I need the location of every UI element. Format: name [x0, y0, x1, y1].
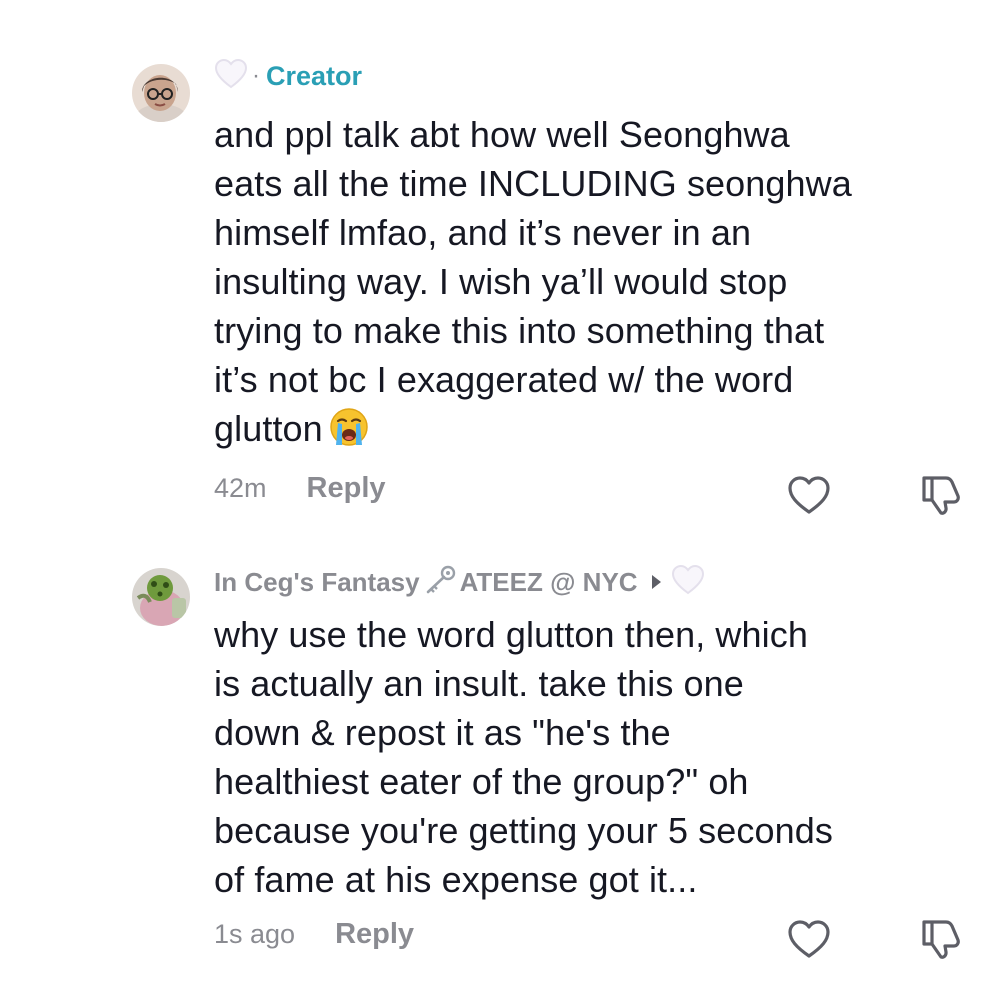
comment-footer: 1s ago Reply	[214, 914, 414, 954]
comment-body: and ppl talk abt how well Seonghwa eats …	[214, 114, 852, 449]
comment-meta: · Creator	[214, 58, 362, 94]
comment-footer: 42m Reply	[214, 468, 386, 508]
username-suffix[interactable]: ATEEZ @ NYC	[460, 567, 638, 598]
creator-badge: Creator	[266, 60, 363, 91]
reply-button[interactable]: Reply	[335, 918, 414, 951]
comment-text: and ppl talk abt how well Seonghwa eats …	[214, 110, 984, 459]
comment-meta: In Ceg's Fantasy ATEEZ @ NYC	[214, 562, 705, 602]
play-triangle-icon	[651, 575, 661, 589]
separator-dot: ·	[252, 62, 260, 89]
avatar[interactable]	[132, 568, 190, 626]
white-heart-icon	[214, 58, 248, 95]
reply-button[interactable]: Reply	[307, 472, 386, 505]
heart-outline-icon[interactable]	[786, 474, 832, 521]
white-heart-icon	[671, 564, 705, 601]
loudly-crying-face-icon	[329, 407, 369, 459]
username[interactable]: In Ceg's Fantasy	[214, 567, 420, 598]
thumbs-down-icon[interactable]	[918, 914, 964, 965]
comment-text: why use the word glutton then, which is …	[214, 614, 833, 900]
avatar[interactable]	[132, 64, 190, 122]
timestamp: 1s ago	[214, 918, 296, 949]
key-icon	[422, 564, 458, 601]
heart-outline-icon[interactable]	[786, 918, 832, 965]
timestamp: 42m	[214, 472, 267, 503]
thumbs-down-icon[interactable]	[918, 470, 964, 521]
